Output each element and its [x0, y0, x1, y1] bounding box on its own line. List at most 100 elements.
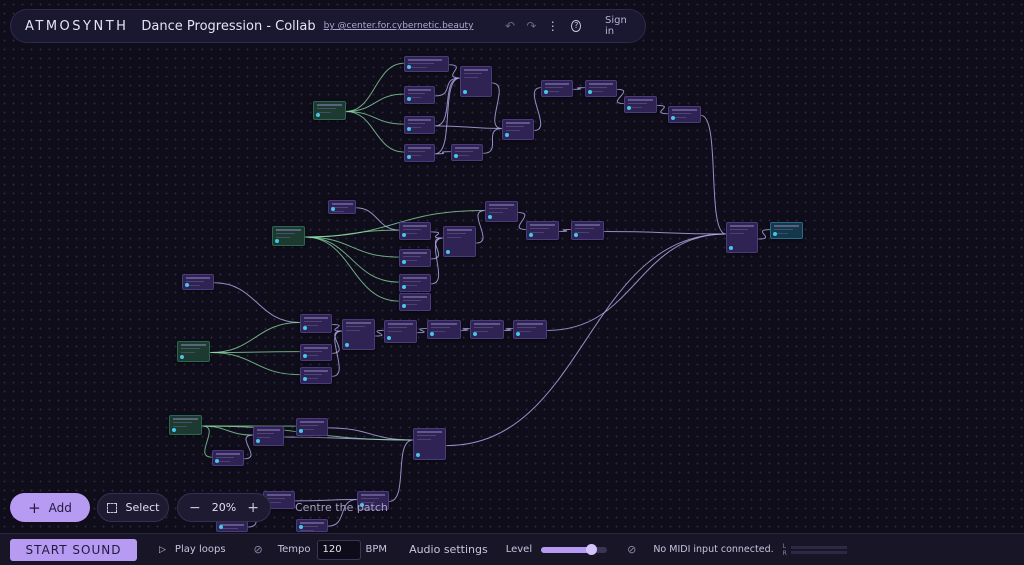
patch-node-lfo-2[interactable] — [328, 200, 356, 214]
patch-node-osc-4a[interactable] — [253, 426, 284, 446]
patch-wire — [533, 87, 542, 132]
level-fill — [541, 546, 591, 553]
patch-node-fx-1a[interactable] — [451, 144, 483, 161]
plus-icon: + — [28, 498, 41, 517]
midi-status: No MIDI input connected. — [653, 544, 774, 555]
patch-node-osc-2b[interactable] — [399, 249, 431, 267]
patch-node-lfo-3[interactable] — [182, 274, 214, 290]
patch-node-fx-2a[interactable] — [485, 201, 518, 222]
sign-in-button[interactable]: Sign in — [605, 15, 631, 37]
patch-node-src-2[interactable] — [272, 226, 305, 246]
zoom-in-button[interactable]: + — [247, 500, 259, 516]
patch-node-osc-4b[interactable] — [212, 450, 244, 466]
patch-node-fx-3a[interactable] — [384, 320, 417, 343]
patch-node-src-1[interactable] — [313, 101, 346, 120]
author-link[interactable]: by @center.for.cybernetic.beauty — [324, 21, 474, 31]
patch-node-out[interactable] — [770, 222, 803, 239]
bpm-label: BPM — [365, 544, 388, 555]
patch-wire — [209, 322, 301, 354]
patch-node-fx-3c[interactable] — [470, 320, 504, 339]
play-loops-button[interactable]: ▷ Play loops — [159, 544, 226, 555]
patch-node-osc-1c[interactable] — [404, 116, 435, 134]
patch-wire — [331, 330, 343, 354]
meter-right — [790, 550, 847, 554]
app-logo[interactable]: ATMOSYNTH — [25, 19, 128, 34]
patch-wire — [572, 87, 586, 90]
zoom-controls: − 20% + — [177, 493, 271, 522]
patch-node-mix-1[interactable] — [460, 66, 492, 97]
add-label: Add — [48, 500, 72, 515]
patch-wire — [209, 352, 301, 376]
patch-node-fx-3b[interactable] — [427, 320, 461, 339]
metronome-off-icon[interactable]: ⊘ — [254, 543, 263, 556]
patch-node-osc-1d[interactable] — [404, 144, 435, 162]
output-meters — [790, 544, 847, 556]
patch-node-fx-1c[interactable] — [585, 80, 617, 97]
patch-node-osc-3c[interactable] — [300, 367, 332, 384]
patch-wire — [243, 434, 254, 460]
patch-node-osc-1a[interactable] — [404, 56, 449, 72]
zoom-out-button[interactable]: − — [189, 500, 201, 516]
patch-wire — [517, 212, 527, 231]
patch-node-osc-2a[interactable] — [399, 222, 431, 240]
patch-wire — [603, 230, 727, 235]
patch-node-osc-5c[interactable] — [296, 519, 328, 532]
patch-node-osc-3a[interactable] — [300, 314, 332, 333]
tempo-input[interactable] — [316, 539, 361, 560]
patch-node-fx-3d[interactable] — [513, 320, 547, 339]
patch-node-fx-1d[interactable] — [624, 96, 657, 113]
meter-left — [790, 545, 847, 549]
patch-node-mix-out[interactable] — [726, 222, 758, 253]
patch-node-fx-2c[interactable] — [571, 221, 604, 240]
patch-node-mix-4[interactable] — [413, 428, 446, 460]
undo-icon[interactable]: ↶ — [499, 19, 520, 33]
patch-node-osc-3b[interactable] — [300, 344, 332, 361]
patch-wire — [445, 233, 727, 447]
patch-wire — [475, 209, 486, 244]
centre-patch-button[interactable]: Centre the patch — [295, 501, 388, 514]
play-icon: ▷ — [159, 544, 166, 555]
patch-node-osc-5d[interactable] — [216, 521, 248, 532]
more-vertical-icon[interactable]: ⋮ — [542, 19, 563, 33]
patch-node-fx-2b[interactable] — [526, 221, 559, 240]
patch-node-fx-1e[interactable] — [668, 106, 701, 123]
patch-node-mix-3[interactable] — [342, 319, 375, 350]
patch-wire — [430, 231, 444, 239]
select-label: Select — [125, 501, 160, 514]
patch-node-src-4[interactable] — [169, 415, 202, 435]
level-slider-handle[interactable] — [585, 543, 597, 555]
patch-node-osc-2c[interactable] — [399, 274, 431, 292]
patch-wire — [201, 425, 213, 458]
patch-wire — [345, 62, 405, 112]
patch-wire — [482, 127, 503, 154]
patch-node-mix-2[interactable] — [443, 226, 476, 257]
zoom-level: 20% — [211, 501, 237, 514]
patch-wire — [355, 207, 400, 231]
patch-wire — [434, 77, 461, 155]
audio-settings-button[interactable]: Audio settings — [409, 543, 488, 556]
midi-off-icon: ⊘ — [627, 543, 637, 556]
play-loops-label: Play loops — [174, 544, 226, 555]
patch-wire — [700, 114, 727, 235]
patch-wire — [304, 236, 400, 258]
patch-node-osc-4c[interactable] — [296, 418, 328, 436]
select-button[interactable]: Select — [97, 493, 169, 522]
patch-wire — [331, 323, 343, 332]
level-label: Level — [505, 544, 533, 555]
patch-wire — [434, 77, 461, 97]
patch-node-osc-1b[interactable] — [404, 86, 435, 104]
patch-wire — [491, 82, 503, 129]
patch-wire — [416, 328, 428, 334]
patch-canvas[interactable] — [0, 0, 1024, 532]
redo-icon[interactable]: ↷ — [521, 19, 542, 33]
start-sound-button[interactable]: START SOUND — [10, 538, 137, 561]
patch-node-src-3[interactable] — [177, 341, 210, 362]
patch-node-mix-1b[interactable] — [502, 119, 534, 140]
patch-node-fx-1b[interactable] — [541, 80, 573, 97]
patch-wires — [201, 62, 771, 528]
add-button[interactable]: + Add — [10, 493, 90, 522]
patch-node-osc-2d[interactable] — [399, 293, 431, 311]
level-slider[interactable] — [541, 543, 608, 555]
help-icon[interactable]: ? — [571, 20, 582, 32]
patch-wire — [304, 236, 400, 283]
